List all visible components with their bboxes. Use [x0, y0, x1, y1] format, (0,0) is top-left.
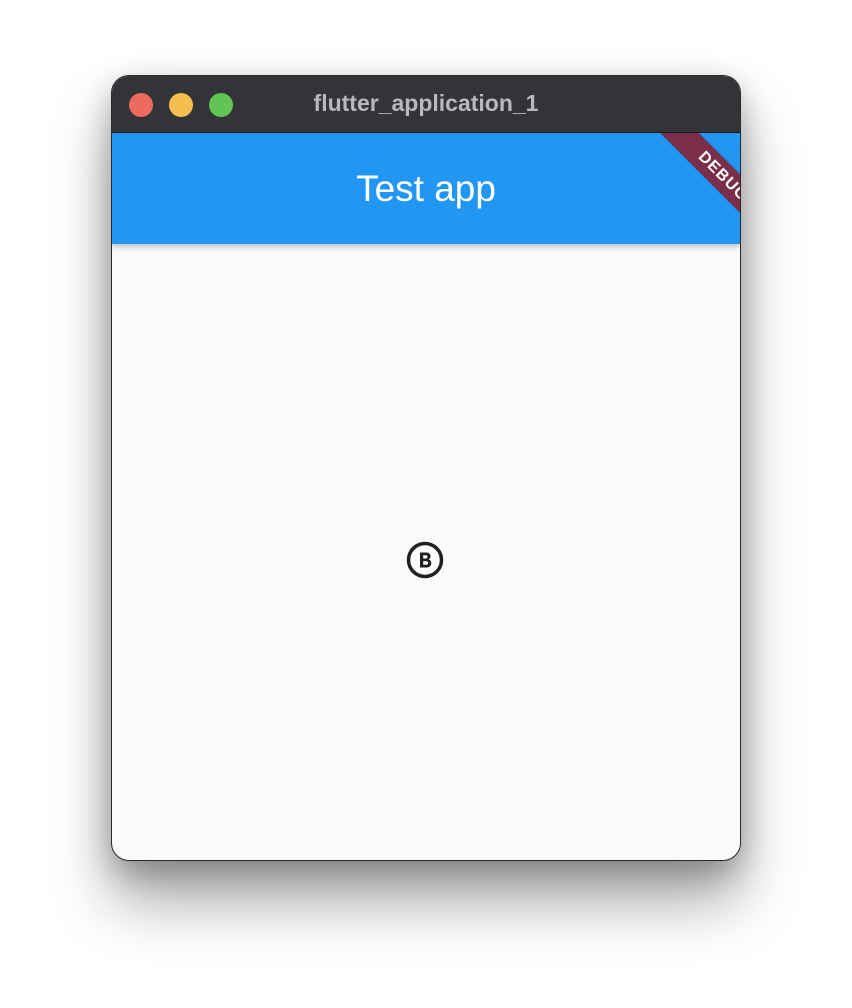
app-bar: Test app	[112, 133, 740, 244]
app-window: flutter_application_1 Test app DEBUG	[111, 75, 741, 861]
circled-b-icon	[406, 541, 444, 579]
window-title: flutter_application_1	[313, 90, 539, 116]
window-titlebar[interactable]: flutter_application_1	[112, 76, 740, 133]
app-body	[112, 244, 740, 860]
app-bar-title: Test app	[356, 168, 496, 209]
